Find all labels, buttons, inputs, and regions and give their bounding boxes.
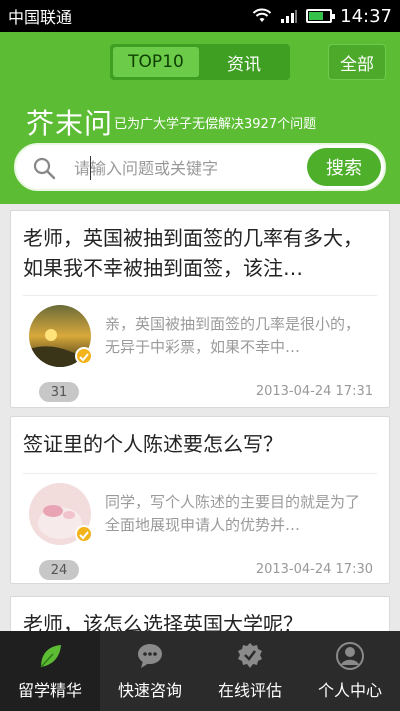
nav-item-assessment[interactable]: 在线评估	[200, 631, 300, 711]
nav-label: 快速咨询	[117, 681, 182, 700]
question-card[interactable]: 老师，英国被抽到面签的几率有多大，如果我不幸被抽到面签，该注… 亲，英国被抽到面…	[10, 210, 390, 408]
verified-badge-icon	[75, 525, 93, 543]
tab-top10[interactable]: TOP10	[113, 47, 199, 77]
timestamp: 2013-04-24 17:30	[255, 562, 373, 577]
answer-count-badge: 24	[39, 560, 79, 580]
timestamp: 2013-04-24 17:31	[255, 384, 373, 399]
person-icon	[336, 642, 364, 670]
nav-label: 在线评估	[217, 681, 282, 700]
answer-count-badge: 31	[39, 382, 79, 402]
tab-news[interactable]: 资讯	[201, 47, 287, 77]
question-list[interactable]: 老师，英国被抽到面签的几率有多大，如果我不幸被抽到面签，该注… 亲，英国被抽到面…	[0, 204, 400, 631]
clock: 14:37	[340, 5, 392, 27]
tagline: 已为广大学子无偿解决3927个问题	[114, 117, 317, 132]
answer-preview: 亲，英国被抽到面签的几率是很小的，无异于中彩票，如果不幸中…	[105, 315, 361, 356]
search-icon	[33, 157, 56, 180]
status-icons: 14:37	[252, 6, 392, 27]
question-card[interactable]: 老师，该怎么选择英国大学呢？	[10, 596, 390, 631]
nav-item-featured[interactable]: 留学精华	[0, 631, 100, 711]
question-title: 老师，英国被抽到面签的几率有多大，如果我不幸被抽到面签，该注…	[23, 226, 363, 280]
answer-preview: 同学，写个人陈述的主要目的就是为了全面地展现申请人的优势并…	[105, 493, 361, 534]
chat-bubble-icon	[138, 644, 162, 668]
wifi-icon	[252, 8, 272, 22]
question-card[interactable]: 签证里的个人陈述要怎么写？ 同学，写个人陈述的主要目的就是为了全面地展现申请人的…	[10, 416, 390, 584]
leaf-icon	[40, 645, 61, 668]
nav-item-profile[interactable]: 个人中心	[300, 631, 400, 711]
search-bar: 搜索	[14, 143, 386, 191]
status-bar: 中国联通 14:37	[0, 0, 400, 32]
search-input[interactable]	[74, 154, 304, 182]
question-title: 签证里的个人陈述要怎么写？	[23, 432, 283, 456]
verified-badge-icon	[75, 347, 93, 365]
card-divider	[23, 295, 377, 296]
check-badge-icon	[238, 643, 262, 668]
signal-icon	[281, 10, 298, 23]
card-divider	[23, 473, 377, 474]
nav-item-consult[interactable]: 快速咨询	[100, 631, 200, 711]
bottom-nav: 留学精华 快速咨询 在线评估 个人中心	[0, 631, 400, 711]
carrier-label: 中国联通	[8, 8, 73, 27]
brand-title: 芥末问	[26, 107, 114, 140]
question-title: 老师，该怎么选择英国大学呢？	[23, 612, 303, 631]
segment-control: TOP10 资讯	[110, 44, 290, 80]
battery-icon	[306, 9, 336, 23]
nav-label: 个人中心	[317, 681, 382, 700]
all-button[interactable]: 全部	[328, 44, 386, 80]
header: TOP10 资讯 全部 芥末问 已为广大学子无偿解决3927个问题 搜索	[0, 32, 400, 204]
search-button[interactable]: 搜索	[307, 148, 381, 186]
nav-label: 留学精华	[17, 681, 82, 700]
